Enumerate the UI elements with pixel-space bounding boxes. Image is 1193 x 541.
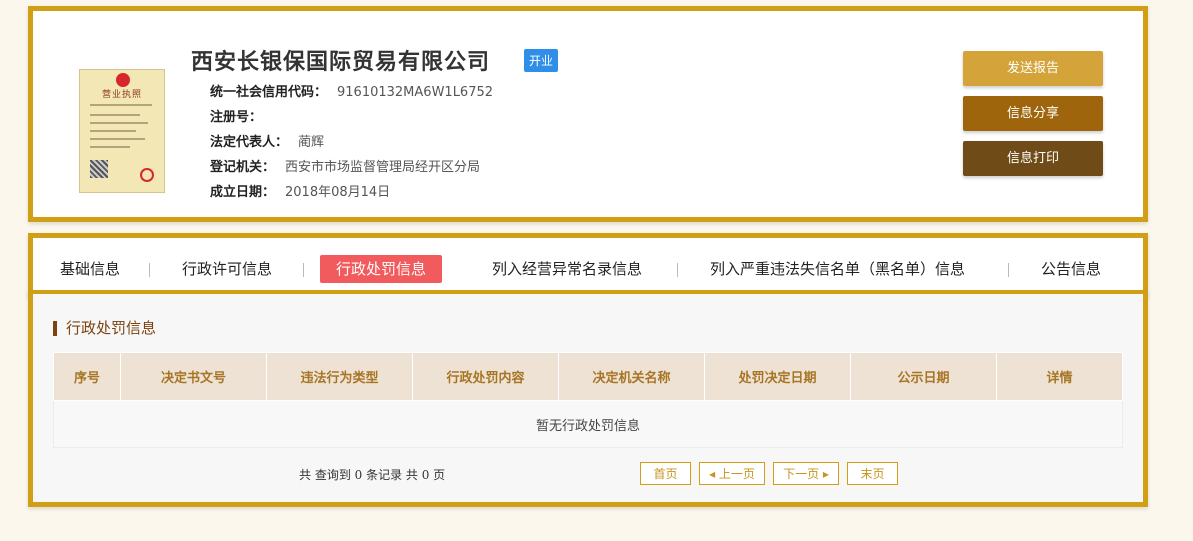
- registration-authority-field: 登记机关： 西安市市场监督管理局经开区分局: [210, 160, 481, 175]
- last-page-button[interactable]: 末页: [847, 462, 898, 485]
- company-info-card: 营业执照 西安长银保国际贸易有限公司 开业 统一社会信用代码： 91610132M…: [28, 6, 1148, 222]
- share-info-button[interactable]: 信息分享: [963, 96, 1103, 131]
- col-penalty-content: 行政处罚内容: [412, 352, 559, 401]
- table-row: 暂无行政处罚信息: [53, 400, 1123, 448]
- national-emblem-icon: [116, 73, 130, 87]
- penalty-section: 行政处罚信息 序号 决定书文号 违法行为类型 行政处罚内容 决定机关名称 处罚决…: [28, 290, 1148, 507]
- col-violation-type: 违法行为类型: [266, 352, 413, 401]
- first-page-button[interactable]: 首页: [640, 462, 691, 485]
- establishment-date-field: 成立日期： 2018年08月14日: [210, 185, 391, 200]
- empty-message: 暂无行政处罚信息: [53, 400, 1123, 448]
- col-decision-number: 决定书文号: [120, 352, 267, 401]
- col-publish-date: 公示日期: [850, 352, 997, 401]
- legal-representative-field: 法定代表人： 蔺辉: [210, 135, 325, 150]
- qr-code-icon: [90, 160, 108, 178]
- tab-blacklist[interactable]: 列入严重违法失信名单（黑名单）信息: [710, 255, 965, 283]
- col-decision-date: 处罚决定日期: [704, 352, 851, 401]
- next-page-button[interactable]: 下一页 ▸: [773, 462, 839, 485]
- col-details: 详情: [996, 352, 1123, 401]
- send-report-button[interactable]: 发送报告: [963, 51, 1103, 86]
- license-title: 营业执照: [101, 90, 142, 100]
- penalty-table: 序号 决定书文号 违法行为类型 行政处罚内容 决定机关名称 处罚决定日期 公示日…: [53, 352, 1123, 448]
- chevron-left-icon: ◂: [709, 467, 719, 481]
- registration-number-field: 注册号：: [210, 110, 263, 125]
- prev-page-button[interactable]: ◂ 上一页: [699, 462, 765, 485]
- official-seal-icon: [140, 168, 154, 182]
- col-index: 序号: [53, 352, 121, 401]
- table-header-row: 序号 决定书文号 违法行为类型 行政处罚内容 决定机关名称 处罚决定日期 公示日…: [53, 352, 1123, 401]
- section-title: 行政处罚信息: [53, 321, 156, 336]
- tab-admin-license[interactable]: 行政许可信息: [182, 255, 272, 283]
- record-summary: 共 查询到 0 条记录 共 0 页: [299, 468, 446, 482]
- status-badge: 开业: [524, 49, 559, 72]
- business-license-image: 营业执照: [79, 69, 165, 193]
- tab-admin-penalty[interactable]: 行政处罚信息: [320, 255, 443, 283]
- tab-basic-info[interactable]: 基础信息: [60, 255, 120, 283]
- tab-bar: 基础信息 行政许可信息 行政处罚信息 列入经营异常名录信息 列入严重违法失信名单…: [28, 233, 1148, 297]
- credit-code-field: 统一社会信用代码： 91610132MA6W1L6752: [210, 85, 494, 100]
- tab-abnormal-list[interactable]: 列入经营异常名录信息: [492, 255, 642, 283]
- tab-announcements[interactable]: 公告信息: [1041, 255, 1101, 283]
- chevron-right-icon: ▸: [819, 467, 829, 481]
- print-info-button[interactable]: 信息打印: [963, 141, 1103, 176]
- company-name: 西安长银保国际贸易有限公司: [191, 49, 491, 75]
- col-authority: 决定机关名称: [558, 352, 705, 401]
